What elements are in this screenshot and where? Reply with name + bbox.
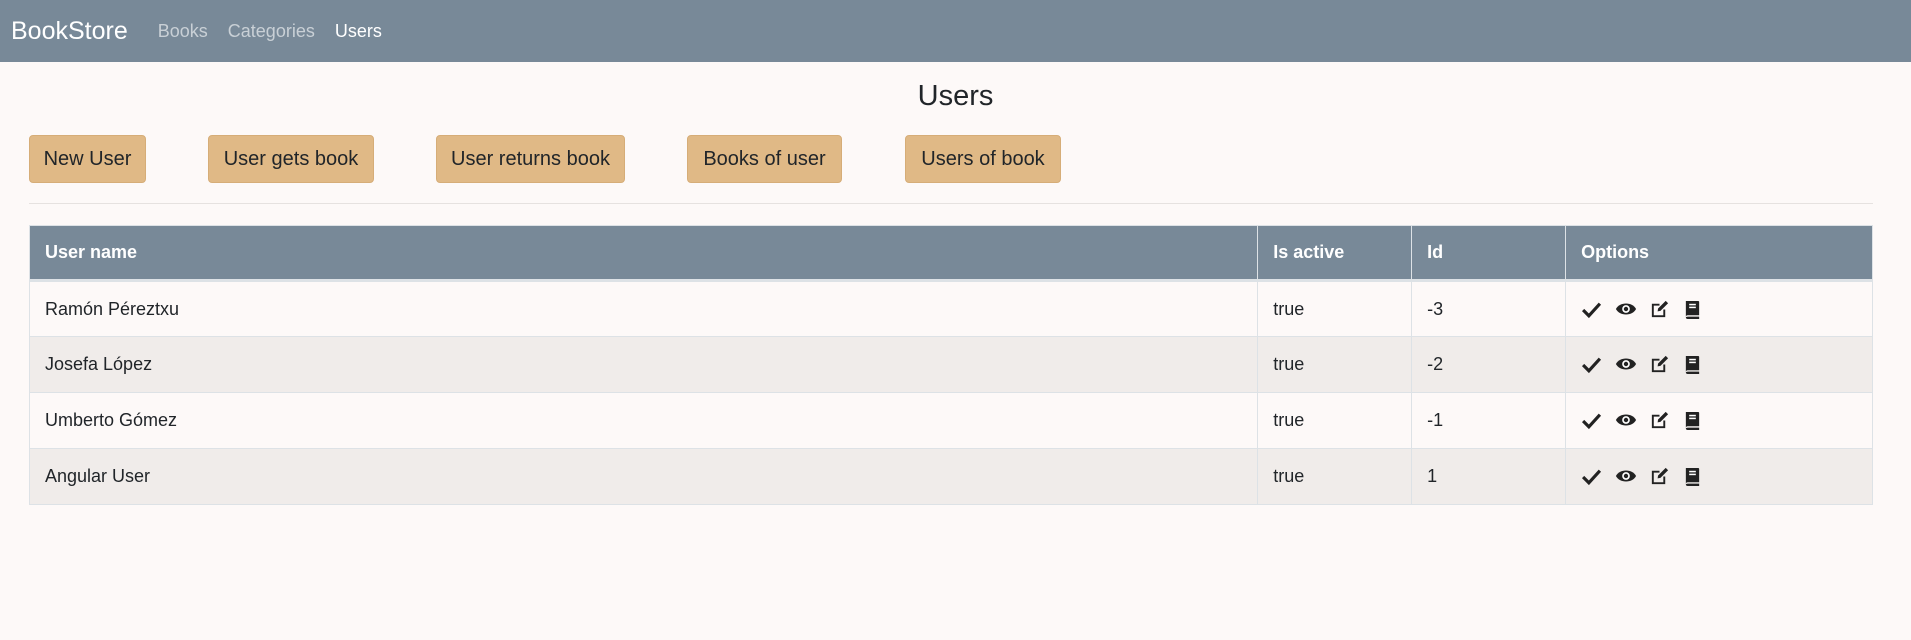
is-active-cell: true xyxy=(1257,280,1413,338)
nav-link-categories[interactable]: Categories xyxy=(228,21,315,42)
eye-icon[interactable] xyxy=(1615,299,1637,320)
divider xyxy=(29,203,1873,205)
users-of-book-button[interactable]: Users of book xyxy=(905,135,1061,184)
book-icon[interactable] xyxy=(1683,354,1704,375)
action-toolbar: New User User gets book User returns boo… xyxy=(29,135,1911,184)
user-name-cell: Umberto Gómez xyxy=(28,392,1259,450)
user-name-cell: Ramón Péreztxu xyxy=(28,280,1259,338)
options-cell xyxy=(1565,448,1873,506)
user-name-cell: Josefa López xyxy=(28,336,1259,394)
user-returns-book-button[interactable]: User returns book xyxy=(436,135,625,184)
check-icon[interactable] xyxy=(1581,410,1602,431)
id-cell: 1 xyxy=(1411,448,1567,506)
id-cell: -1 xyxy=(1411,392,1567,450)
page-title: Users xyxy=(917,80,994,112)
id-cell: -3 xyxy=(1411,280,1567,338)
new-user-button[interactable]: New User xyxy=(29,135,146,184)
top-navbar: BookStore Books Categories Users xyxy=(0,0,1911,62)
edit-icon[interactable] xyxy=(1649,410,1670,431)
header-options: Options xyxy=(1565,225,1873,283)
nav-link-books[interactable]: Books xyxy=(158,21,208,42)
user-name-cell: Angular User xyxy=(28,448,1259,506)
edit-icon[interactable] xyxy=(1649,354,1670,375)
eye-icon[interactable] xyxy=(1615,410,1637,431)
is-active-cell: true xyxy=(1257,336,1413,394)
user-gets-book-button[interactable]: User gets book xyxy=(208,135,374,184)
id-cell: -2 xyxy=(1411,336,1567,394)
header-user-name: User name xyxy=(28,225,1259,283)
header-id: Id xyxy=(1411,225,1567,283)
table-row: Angular User true 1 xyxy=(28,448,1873,506)
check-icon[interactable] xyxy=(1581,299,1602,320)
is-active-cell: true xyxy=(1257,392,1413,450)
edit-icon[interactable] xyxy=(1649,299,1670,320)
eye-icon[interactable] xyxy=(1615,466,1637,487)
options-cell xyxy=(1565,280,1873,338)
nav-link-users[interactable]: Users xyxy=(335,21,382,42)
options-cell xyxy=(1565,392,1873,450)
options-cell xyxy=(1565,336,1873,394)
books-of-user-button[interactable]: Books of user xyxy=(687,135,842,184)
book-icon[interactable] xyxy=(1683,410,1704,431)
check-icon[interactable] xyxy=(1581,354,1602,375)
table-row: Umberto Gómez true -1 xyxy=(28,392,1873,450)
book-icon[interactable] xyxy=(1683,466,1704,487)
book-icon[interactable] xyxy=(1683,299,1704,320)
table-row: Ramón Péreztxu true -3 xyxy=(28,280,1873,338)
eye-icon[interactable] xyxy=(1615,354,1637,375)
table-header-row: User name Is active Id Options xyxy=(28,225,1873,283)
edit-icon[interactable] xyxy=(1649,466,1670,487)
check-icon[interactable] xyxy=(1581,466,1602,487)
brand-logo[interactable]: BookStore xyxy=(11,17,128,46)
header-is-active: Is active xyxy=(1257,225,1413,283)
users-table: User name Is active Id Options Ramón Pér… xyxy=(28,225,1873,506)
users-table-container: User name Is active Id Options Ramón Pér… xyxy=(28,225,1873,506)
table-row: Josefa López true -2 xyxy=(28,336,1873,394)
is-active-cell: true xyxy=(1257,448,1413,506)
